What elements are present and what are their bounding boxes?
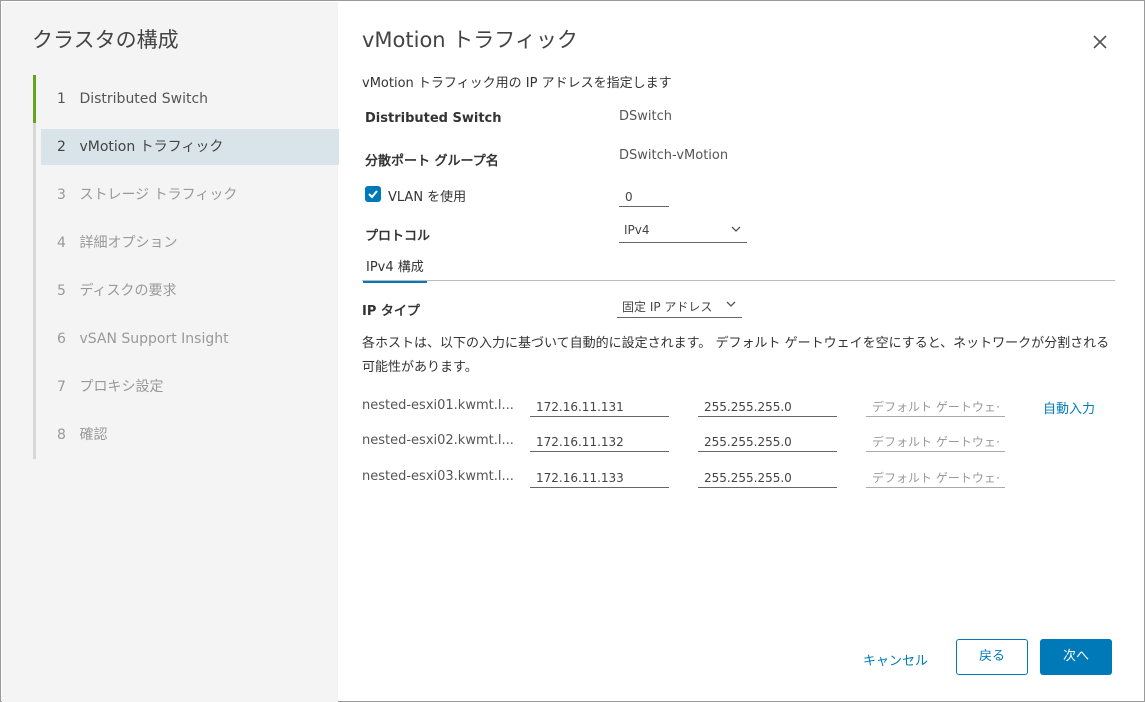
autofill-link[interactable]: 自動入力	[1043, 398, 1095, 417]
close-icon	[1093, 35, 1107, 49]
host-ip-input[interactable]	[530, 393, 669, 417]
step-claim-disks: 5 ディスクの要求	[41, 273, 339, 309]
host-gateway-input[interactable]	[866, 464, 1005, 488]
vlan-label: VLAN を使用	[388, 190, 467, 205]
wizard-steps: 1 Distributed Switch 2 vMotion トラフィック 3 …	[33, 75, 339, 459]
step-number: 5	[57, 283, 66, 299]
step-number: 2	[57, 139, 66, 155]
step-label: ディスクの要求	[79, 283, 177, 299]
chevron-down-icon	[726, 301, 736, 307]
vlan-checkbox[interactable]	[365, 186, 381, 202]
page-subtitle: vMotion トラフィック用の IP アドレスを指定します	[362, 76, 672, 91]
step-label: ストレージ トラフィック	[79, 187, 238, 203]
wizard-content: vMotion トラフィック vMotion トラフィック用の IP アドレスを…	[338, 2, 1145, 702]
step-review: 8 確認	[41, 417, 339, 453]
host-name: nested-esxi03.kwmt.l...	[362, 469, 514, 484]
step-vmotion-traffic[interactable]: 2 vMotion トラフィック	[41, 129, 339, 165]
step-number: 4	[57, 235, 66, 251]
wizard-sidebar: クラスタの構成 1 Distributed Switch 2 vMotion ト…	[2, 2, 339, 702]
ip-type-label: IP タイプ	[362, 304, 420, 319]
step-advanced-options: 4 詳細オプション	[41, 225, 339, 261]
step-proxy-settings: 7 プロキシ設定	[41, 369, 339, 405]
wizard-dialog: クラスタの構成 1 Distributed Switch 2 vMotion ト…	[0, 0, 1145, 702]
step-label: 確認	[79, 427, 108, 443]
step-vsan-support-insight: 6 vSAN Support Insight	[41, 321, 339, 357]
tab-divider	[362, 280, 1115, 281]
port-group-label: 分散ポート グループ名	[365, 154, 499, 169]
vlan-id-input[interactable]	[619, 183, 669, 207]
step-label: vSAN Support Insight	[79, 331, 229, 347]
step-distributed-switch[interactable]: 1 Distributed Switch	[41, 81, 339, 117]
tab-ipv4-config[interactable]: IPv4 構成	[363, 256, 427, 283]
page-title: vMotion トラフィック	[362, 28, 578, 52]
next-button[interactable]: 次へ	[1040, 639, 1112, 675]
ip-type-value: 固定 IP アドレス	[622, 300, 713, 314]
host-ip-input[interactable]	[530, 464, 669, 488]
step-label: 詳細オプション	[79, 235, 178, 251]
step-number: 3	[57, 187, 66, 203]
wizard-title: クラスタの構成	[32, 28, 179, 52]
checkmark-icon	[368, 190, 378, 199]
distributed-switch-label: Distributed Switch	[365, 111, 502, 126]
protocol-label: プロトコル	[365, 229, 431, 244]
host-gateway-input[interactable]	[866, 393, 1005, 417]
chevron-down-icon	[731, 226, 741, 232]
distributed-switch-value: DSwitch	[619, 109, 672, 124]
step-storage-traffic: 3 ストレージ トラフィック	[41, 177, 339, 213]
completed-step-indicator	[33, 75, 36, 123]
step-label: Distributed Switch	[79, 91, 209, 107]
step-number: 1	[57, 91, 66, 107]
host-subnet-mask-input[interactable]	[698, 428, 837, 452]
step-number: 7	[57, 379, 66, 395]
host-name: nested-esxi01.kwmt.l...	[362, 398, 514, 413]
cancel-button[interactable]: キャンセル	[863, 650, 928, 669]
step-label: プロキシ設定	[79, 379, 164, 395]
host-gateway-input[interactable]	[866, 428, 1005, 452]
host-subnet-mask-input[interactable]	[698, 464, 837, 488]
step-label: vMotion トラフィック	[79, 139, 224, 155]
host-ip-input[interactable]	[530, 428, 669, 452]
back-button[interactable]: 戻る	[956, 639, 1028, 675]
protocol-value: IPv4	[624, 223, 650, 237]
host-name: nested-esxi02.kwmt.l...	[362, 433, 514, 448]
step-number: 6	[57, 331, 66, 347]
host-subnet-mask-input[interactable]	[698, 393, 837, 417]
port-group-value: DSwitch-vMotion	[619, 148, 729, 163]
ip-type-select[interactable]: 固定 IP アドレス	[617, 294, 742, 318]
protocol-select[interactable]: IPv4	[619, 219, 747, 243]
close-button[interactable]	[1090, 32, 1110, 52]
step-number: 8	[57, 427, 66, 443]
auto-config-description: 各ホストは、以下の入力に基づいて自動的に設定されます。 デフォルト ゲートウェイ…	[362, 336, 1110, 375]
